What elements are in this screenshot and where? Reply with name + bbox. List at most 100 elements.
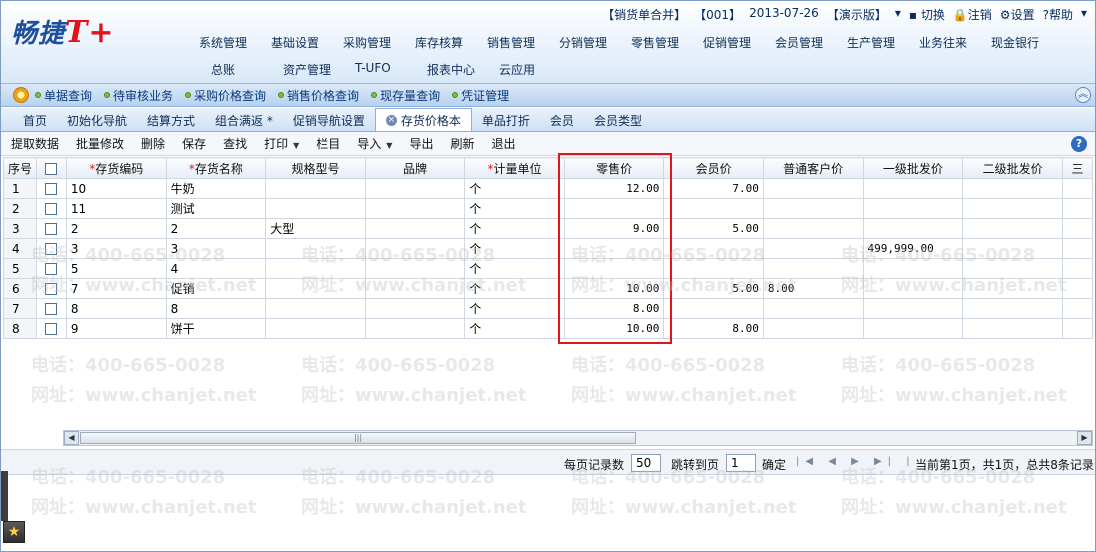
table-cell[interactable]: 测试	[165, 198, 267, 219]
quick-link[interactable]: 凭证管理	[452, 87, 509, 104]
table-cell[interactable]	[1062, 218, 1093, 239]
tab-item[interactable]: 会员类型	[584, 109, 652, 131]
column-header[interactable]: *计量单位	[464, 157, 565, 179]
table-cell[interactable]	[563, 258, 665, 279]
scroll-left-icon[interactable]: ◀	[64, 431, 79, 445]
table-cell[interactable]: 2	[65, 218, 167, 239]
logout-link[interactable]: 🔒注销	[953, 6, 992, 23]
toolbar-button[interactable]: 删除	[141, 135, 165, 152]
table-cell[interactable]: 7	[65, 278, 167, 299]
table-cell[interactable]: 9.00	[563, 218, 665, 239]
column-header[interactable]: *存货编码	[65, 157, 167, 179]
star-icon[interactable]: ★	[3, 521, 25, 543]
help-icon[interactable]: ?	[1071, 136, 1087, 152]
table-cell[interactable]	[265, 198, 366, 219]
table-cell[interactable]	[962, 278, 1063, 299]
table-cell[interactable]	[862, 218, 964, 239]
scroll-right-icon[interactable]: ▶	[1077, 431, 1092, 445]
column-header[interactable]: 序号	[3, 157, 38, 179]
table-cell[interactable]: 8.00	[762, 278, 864, 299]
table-cell[interactable]	[862, 298, 964, 319]
quick-link[interactable]: 销售价格查询	[278, 87, 359, 104]
table-cell[interactable]: 9	[65, 318, 167, 339]
tab-item[interactable]: 组合满返 *	[205, 109, 283, 131]
menu-item[interactable]: 促销管理	[703, 34, 775, 51]
toolbar-button[interactable]: 批量修改	[76, 135, 124, 152]
toolbar-button[interactable]: 打印 ▼	[264, 135, 299, 152]
tab-item[interactable]: 会员	[540, 109, 584, 131]
table-cell[interactable]: 8.00	[663, 318, 764, 339]
table-cell[interactable]	[663, 298, 764, 319]
table-cell[interactable]: 促销	[165, 278, 267, 299]
toolbar-button[interactable]: 保存	[182, 135, 206, 152]
menu-item[interactable]: 生产管理	[847, 34, 919, 51]
table-row[interactable]: 6 7 促销 个 10.00 5.00 8.00	[3, 278, 1093, 299]
table-cell[interactable]: 11	[65, 198, 167, 219]
toolbar-button[interactable]: 查找	[223, 135, 247, 152]
menu-item[interactable]: 报表中心	[427, 61, 499, 78]
column-header[interactable]: 二级批发价	[962, 157, 1063, 179]
menu-item[interactable]: 分销管理	[559, 34, 631, 51]
menu-item[interactable]: 业务往来	[919, 34, 991, 51]
table-cell[interactable]	[563, 238, 665, 259]
table-row[interactable]: 1 10 牛奶 个 12.00 7.00	[3, 178, 1093, 199]
table-cell[interactable]	[962, 218, 1063, 239]
table-cell[interactable]	[265, 178, 366, 199]
column-header[interactable]: 规格型号	[265, 157, 366, 179]
menu-item[interactable]: 总账	[211, 61, 283, 78]
table-cell[interactable]	[265, 238, 366, 259]
page-input[interactable]: 1	[726, 454, 756, 472]
row-checkbox[interactable]	[45, 323, 58, 335]
table-row[interactable]: 3 2 2 大型个 9.00 5.00	[3, 218, 1093, 239]
table-cell[interactable]	[962, 318, 1063, 339]
tab-item[interactable]: 单品打折	[472, 109, 540, 131]
table-cell[interactable]: 10.00	[563, 318, 665, 339]
table-cell[interactable]	[1062, 198, 1093, 219]
scroll-thumb[interactable]: |||	[80, 432, 636, 444]
row-checkbox[interactable]	[45, 283, 58, 295]
menu-item[interactable]: 库存核算	[415, 34, 487, 51]
page-nav-icons[interactable]: |◀ ◀ ▶ ▶| |	[796, 456, 916, 467]
dropdown-caret-icon[interactable]: ▼	[293, 141, 299, 150]
tab-item[interactable]: 结算方式	[137, 109, 205, 131]
table-cell[interactable]: 大型	[265, 218, 366, 239]
row-checkbox[interactable]	[45, 203, 58, 215]
table-cell[interactable]: 8	[65, 298, 167, 319]
table-cell[interactable]: 牛奶	[165, 178, 267, 199]
table-cell[interactable]	[962, 198, 1063, 219]
table-cell[interactable]	[364, 258, 466, 279]
row-checkbox[interactable]	[45, 243, 58, 255]
tab-item[interactable]: 促销导航设置	[283, 109, 375, 131]
table-cell[interactable]	[762, 178, 864, 199]
collapse-icon[interactable]: ︽	[1075, 87, 1091, 103]
table-cell[interactable]: 个	[464, 178, 565, 199]
table-cell[interactable]	[762, 258, 864, 279]
table-cell[interactable]: 8	[165, 298, 267, 319]
table-cell[interactable]: 个	[464, 318, 565, 339]
table-cell[interactable]	[663, 238, 764, 259]
row-checkbox[interactable]	[45, 303, 58, 315]
table-cell[interactable]	[364, 318, 466, 339]
menu-item[interactable]: 现金银行	[991, 34, 1063, 51]
column-header[interactable]: 一级批发价	[862, 157, 964, 179]
column-header[interactable]: 零售价	[563, 157, 665, 179]
table-cell[interactable]	[663, 198, 764, 219]
table-cell[interactable]	[862, 318, 964, 339]
table-cell[interactable]: 4	[165, 258, 267, 279]
menu-item[interactable]: T-UFO	[355, 61, 427, 78]
table-cell[interactable]: 个	[464, 238, 565, 259]
quick-link[interactable]: 待审核业务	[104, 87, 173, 104]
column-header[interactable]: 会员价	[663, 157, 764, 179]
tab-item[interactable]: 初始化导航	[57, 109, 137, 131]
table-row[interactable]: 8 9 饼干 个 10.00 8.00	[3, 318, 1093, 339]
tab-item[interactable]: × 存货价格本	[374, 108, 472, 131]
table-row[interactable]: 7 8 8 个 8.00	[3, 298, 1093, 319]
quick-gear-icon[interactable]	[13, 87, 29, 103]
dropdown-caret-icon[interactable]: ▼	[386, 141, 392, 150]
table-cell[interactable]	[762, 238, 864, 259]
table-cell[interactable]: 个	[464, 298, 565, 319]
table-cell[interactable]	[663, 258, 764, 279]
table-cell[interactable]	[1062, 278, 1093, 299]
menu-item[interactable]: 零售管理	[631, 34, 703, 51]
menu-item[interactable]: 销售管理	[487, 34, 559, 51]
